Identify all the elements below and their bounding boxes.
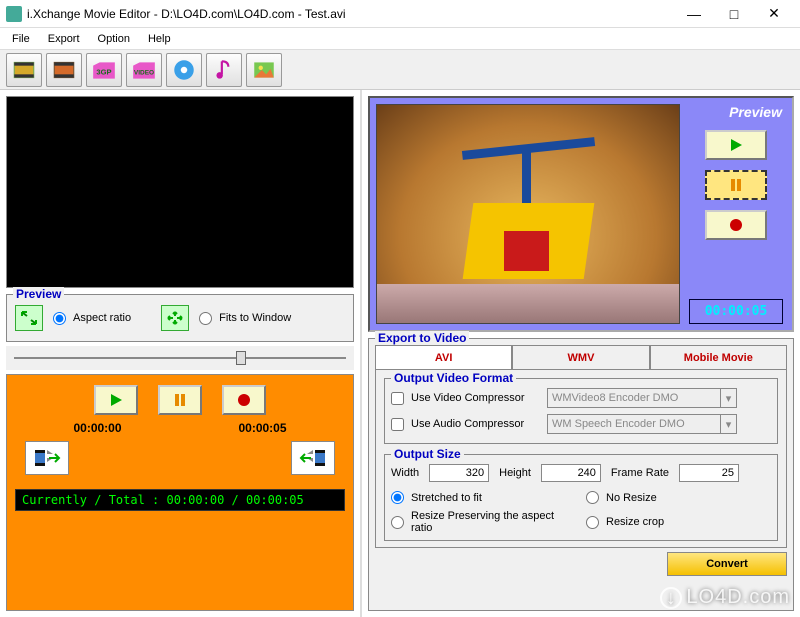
minimize-button[interactable]: —: [674, 0, 714, 28]
toolbar-3gp-icon[interactable]: 3GP: [86, 53, 122, 87]
status-readout: Currently / Total : 00:00:00 / 00:00:05: [15, 489, 345, 511]
output-video-format-fieldset: Output Video Format Use Video Compressor…: [384, 378, 778, 444]
svg-text:VIDEO: VIDEO: [134, 69, 154, 76]
video-encoder-combo[interactable]: WMVideo8 Encoder DMO ▾: [547, 388, 737, 408]
preview-stop-button[interactable]: [705, 210, 767, 240]
tab-avi[interactable]: AVI: [375, 345, 512, 369]
mark-in-button[interactable]: [25, 441, 69, 475]
convert-button[interactable]: Convert: [667, 552, 787, 576]
tab-wmv[interactable]: WMV: [512, 345, 649, 369]
resize-preserve-label: Resize Preserving the aspect ratio: [411, 510, 576, 534]
mark-out-button[interactable]: [291, 441, 335, 475]
use-video-label: Use Video Compressor: [411, 392, 525, 404]
aspect-ratio-label: Aspect ratio: [73, 312, 131, 324]
toolbar-music-icon[interactable]: [206, 53, 242, 87]
toolbar-open-video2-icon[interactable]: [46, 53, 82, 87]
audio-encoder-combo[interactable]: WM Speech Encoder DMO ▾: [547, 414, 737, 434]
stop-button[interactable]: [222, 385, 266, 415]
export-tabs: AVI WMV Mobile Movie: [375, 345, 787, 369]
source-video-pane: [6, 96, 354, 288]
fits-window-radio[interactable]: Fits to Window: [199, 312, 291, 325]
maximize-button[interactable]: □: [714, 0, 754, 28]
toolbar-disc-icon[interactable]: [166, 53, 202, 87]
preview-options-fieldset: Preview Aspect ratio Fits to Window: [6, 294, 354, 342]
use-audio-label: Use Audio Compressor: [411, 418, 524, 430]
resize-none-radio[interactable]: No Resize: [586, 491, 771, 504]
fits-window-label: Fits to Window: [219, 312, 291, 324]
pause-button[interactable]: [158, 385, 202, 415]
use-video-compressor-checkbox[interactable]: Use Video Compressor: [391, 392, 541, 405]
ovf-legend: Output Video Format: [391, 371, 516, 385]
preview-controls: Preview 00:00:05: [686, 104, 786, 324]
output-size-fieldset: Output Size Width Height Frame Rate Stre…: [384, 454, 778, 541]
fit-window-icon[interactable]: [161, 305, 189, 331]
chevron-down-icon: ▾: [720, 389, 736, 407]
resize-preserve-radio[interactable]: Resize Preserving the aspect ratio: [391, 510, 576, 534]
menu-file[interactable]: File: [4, 31, 38, 47]
playback-panel: 00:00:00 00:00:05 Currently / Total : 00…: [6, 374, 354, 611]
osize-legend: Output Size: [391, 447, 464, 461]
menu-option[interactable]: Option: [90, 31, 138, 47]
use-audio-compressor-checkbox[interactable]: Use Audio Compressor: [391, 418, 541, 431]
resize-stretch-label: Stretched to fit: [411, 492, 482, 504]
play-button[interactable]: [94, 385, 138, 415]
audio-encoder-value: WM Speech Encoder DMO: [552, 418, 685, 430]
export-video-fieldset: Export to Video AVI WMV Mobile Movie Out…: [368, 338, 794, 611]
height-label: Height: [499, 467, 531, 479]
timeline-thumb[interactable]: [236, 351, 246, 365]
preview-pause-button[interactable]: [705, 170, 767, 200]
height-input[interactable]: [541, 464, 601, 482]
menu-help[interactable]: Help: [140, 31, 179, 47]
right-column: Preview 00:00:05 Export to Video AVI WMV…: [360, 90, 800, 617]
preview-play-button[interactable]: [705, 130, 767, 160]
preview-timer: 00:00:05: [689, 299, 783, 324]
width-label: Width: [391, 467, 419, 479]
preview-label: Preview: [729, 104, 786, 120]
time-end: 00:00:05: [238, 421, 286, 435]
source-video-display: [7, 97, 353, 287]
chevron-down-icon: ▾: [720, 415, 736, 433]
content: Preview Aspect ratio Fits to Window 00:0…: [0, 90, 800, 617]
framerate-input[interactable]: [679, 464, 739, 482]
resize-crop-label: Resize crop: [606, 516, 664, 528]
menubar: File Export Option Help: [0, 28, 800, 50]
resize-none-label: No Resize: [606, 492, 657, 504]
close-button[interactable]: ✕: [754, 0, 794, 28]
app-icon: [6, 6, 22, 22]
resize-stretch-radio[interactable]: Stretched to fit: [391, 491, 576, 504]
toolbar-open-video-icon[interactable]: [6, 53, 42, 87]
left-column: Preview Aspect ratio Fits to Window 00:0…: [0, 90, 360, 617]
time-start: 00:00:00: [73, 421, 121, 435]
aspect-ratio-radio[interactable]: Aspect ratio: [53, 312, 131, 325]
svg-text:3GP: 3GP: [96, 67, 111, 76]
titlebar: i.Xchange Movie Editor - D:\LO4D.com\LO4…: [0, 0, 800, 28]
menu-export[interactable]: Export: [40, 31, 88, 47]
preview-panel: Preview 00:00:05: [368, 96, 794, 332]
toolbar-video-folder-icon[interactable]: VIDEO: [126, 53, 162, 87]
preview-legend: Preview: [13, 287, 64, 301]
toolbar: 3GP VIDEO: [0, 50, 800, 90]
preview-video-display: [376, 104, 680, 324]
video-encoder-value: WMVideo8 Encoder DMO: [552, 392, 678, 404]
timeline-slider-row: [6, 346, 354, 370]
framerate-label: Frame Rate: [611, 467, 669, 479]
export-legend: Export to Video: [375, 331, 469, 345]
tab-body: Output Video Format Use Video Compressor…: [375, 369, 787, 548]
toolbar-image-icon[interactable]: [246, 53, 282, 87]
resize-crop-radio[interactable]: Resize crop: [586, 510, 771, 534]
window-title: i.Xchange Movie Editor - D:\LO4D.com\LO4…: [27, 7, 674, 21]
timeline-slider[interactable]: [14, 357, 346, 359]
aspect-ratio-icon[interactable]: [15, 305, 43, 331]
width-input[interactable]: [429, 464, 489, 482]
tab-mobile[interactable]: Mobile Movie: [650, 345, 787, 369]
